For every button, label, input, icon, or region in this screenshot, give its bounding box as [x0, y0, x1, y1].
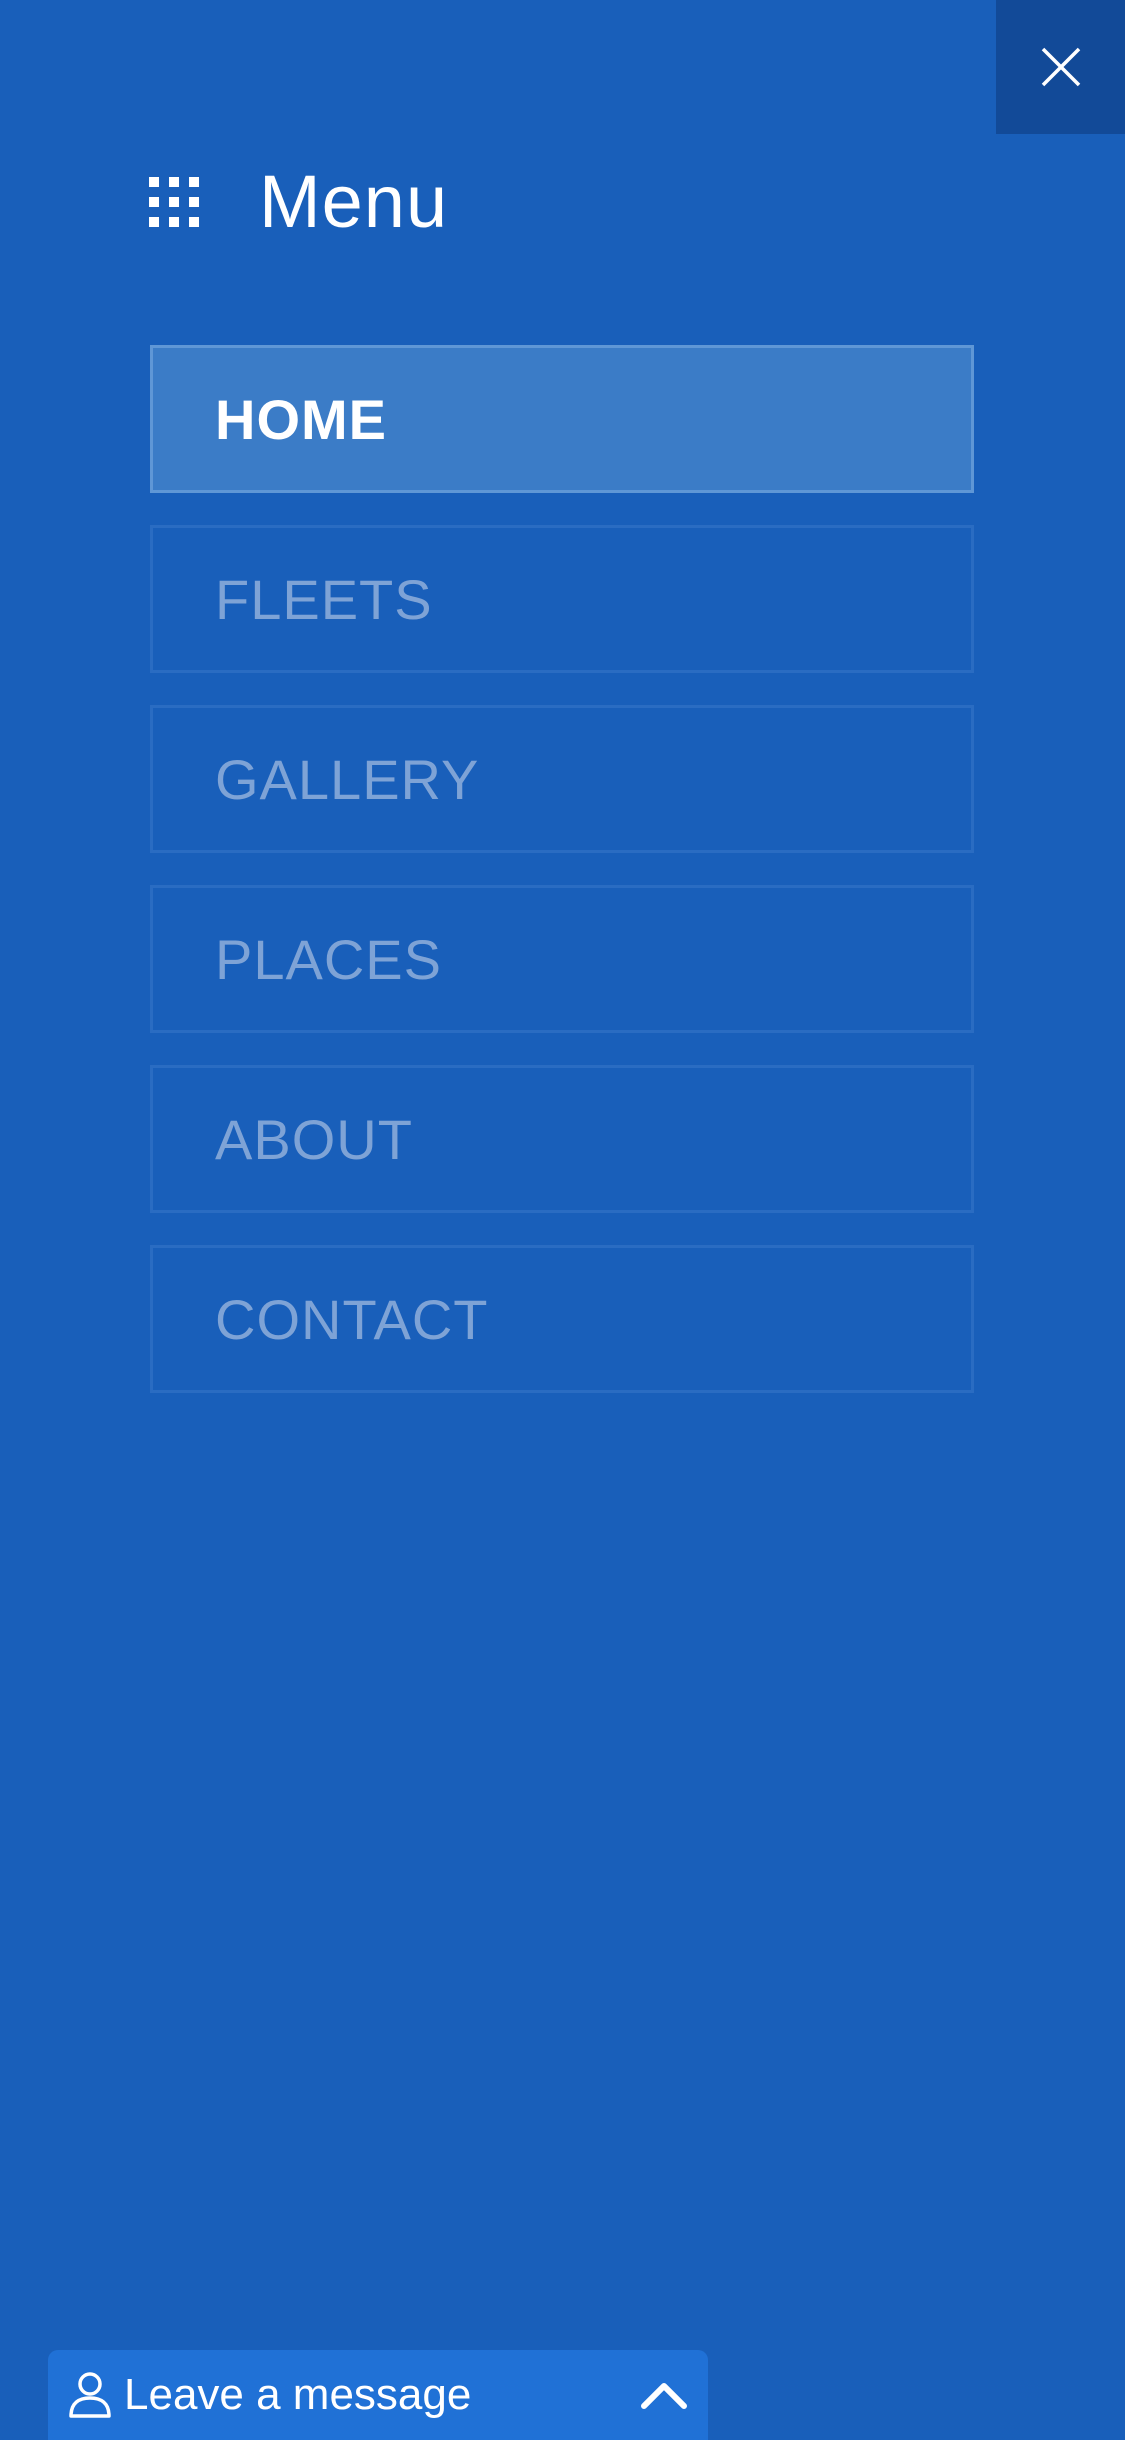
- nav-item-label: ABOUT: [215, 1107, 413, 1171]
- nav-item-fleets[interactable]: FLEETS: [150, 525, 974, 673]
- nav-item-home[interactable]: HOME: [150, 345, 974, 493]
- menu-title: Menu: [259, 160, 449, 243]
- nav-item-label: PLACES: [215, 927, 442, 991]
- main-nav: HOME FLEETS GALLERY PLACES ABOUT CONTACT: [150, 345, 974, 1425]
- close-button[interactable]: [996, 0, 1125, 134]
- menu-header: Menu: [149, 160, 448, 244]
- nav-item-label: GALLERY: [215, 747, 480, 811]
- nav-item-places[interactable]: PLACES: [150, 885, 974, 1033]
- leave-message-bar[interactable]: Leave a message: [48, 2350, 708, 2440]
- grid-icon: [149, 177, 199, 227]
- nav-item-label: HOME: [215, 387, 387, 451]
- nav-item-about[interactable]: ABOUT: [150, 1065, 974, 1213]
- person-icon: [68, 2370, 112, 2420]
- leave-message-label: Leave a message: [124, 2370, 472, 2419]
- nav-item-label: CONTACT: [215, 1287, 489, 1351]
- nav-item-label: FLEETS: [215, 567, 433, 631]
- chevron-up-icon[interactable]: [640, 2380, 688, 2410]
- nav-item-contact[interactable]: CONTACT: [150, 1245, 974, 1393]
- close-icon: [1041, 47, 1080, 87]
- nav-item-gallery[interactable]: GALLERY: [150, 705, 974, 853]
